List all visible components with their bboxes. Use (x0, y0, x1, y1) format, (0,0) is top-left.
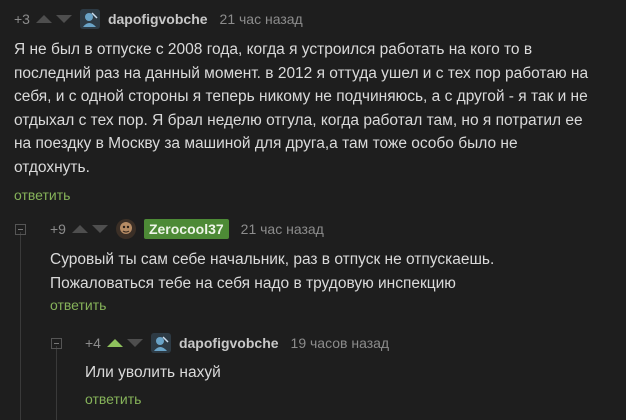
thread-line (20, 232, 21, 420)
avatar[interactable] (79, 9, 100, 29)
comment-line: последний раз на данный момент. в 2012 я… (14, 64, 589, 82)
comment-line: Я не был в отпуске с 2008 года, когда я … (14, 41, 533, 58)
avatar[interactable] (115, 219, 136, 239)
reply-button[interactable]: ответить (14, 187, 70, 203)
comment-time: 19 часов назад (290, 335, 390, 351)
arrow-down-icon[interactable] (55, 15, 72, 23)
comment-text: Или уволить нахуй (85, 361, 605, 385)
comment-line: Или уволить нахуй (85, 364, 221, 381)
comment-line: на поездку в Москву за машиной для друга… (14, 135, 518, 152)
comment-line: отдохнуть. (14, 158, 90, 176)
reply-button[interactable]: ответить (85, 391, 141, 407)
comment-line: Суровый ты сам себе начальник, раз в отп… (50, 251, 495, 268)
arrow-up-icon[interactable] (35, 15, 52, 23)
collapse-icon[interactable] (51, 338, 62, 349)
arrow-down-icon[interactable] (126, 339, 143, 347)
comment-header: +3 dapofigvobche 21 час назад (14, 8, 303, 30)
comment-time: 21 час назад (240, 221, 324, 237)
comment-header: +4 dapofigvobche 19 часов назад (85, 332, 389, 354)
comment-text: Я не был в отпуске с 2008 года, когда я … (14, 38, 614, 179)
avatar[interactable] (150, 333, 171, 353)
comment-header: +9 Zerocool37 21 час назад (50, 218, 324, 240)
comment-line: отдыхал с тех пор. Я брал неделю отгула,… (14, 111, 583, 129)
thread-line (56, 346, 57, 420)
author-name[interactable]: dapofigvobche (179, 335, 279, 351)
comment-rating: +9 (50, 221, 66, 237)
comment-line: Пожаловаться тебе на себя надо в трудову… (50, 274, 456, 292)
author-name[interactable]: Zerocool37 (143, 219, 229, 239)
collapse-icon[interactable] (15, 224, 26, 235)
author-name[interactable]: dapofigvobche (108, 11, 208, 27)
comment-rating: +3 (14, 11, 30, 27)
arrow-down-icon[interactable] (91, 225, 108, 233)
comment-text: Суровый ты сам себе начальник, раз в отп… (50, 248, 610, 295)
arrow-up-icon[interactable] (106, 339, 123, 347)
arrow-up-icon[interactable] (71, 225, 88, 233)
reply-button[interactable]: ответить (50, 297, 106, 313)
comment-time: 21 час назад (219, 11, 303, 27)
comment-rating: +4 (85, 335, 101, 351)
comment-line: себя, и с одной стороны я теперь никому … (14, 88, 588, 105)
